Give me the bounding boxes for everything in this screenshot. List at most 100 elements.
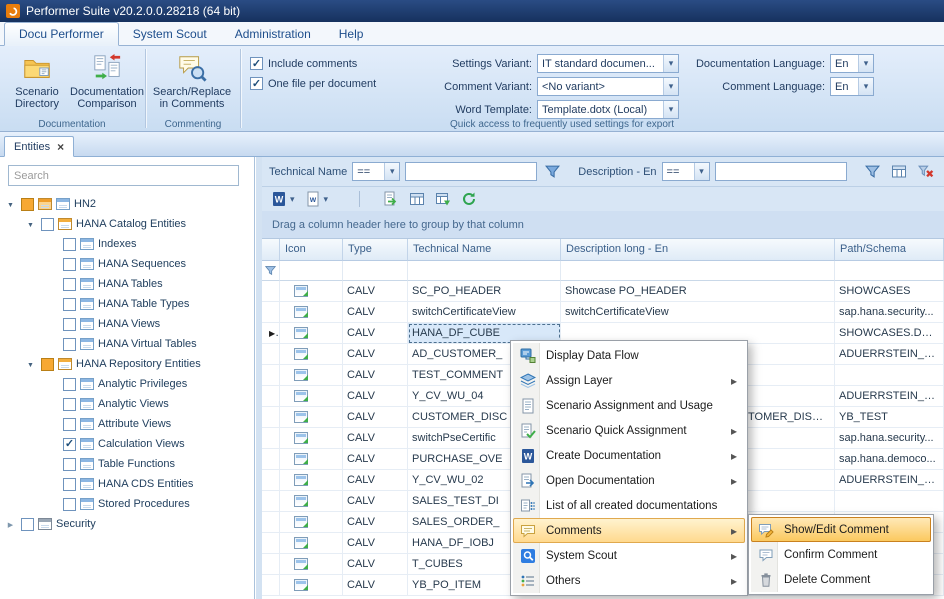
refresh-button[interactable] bbox=[458, 189, 480, 209]
menu-item-open-documentation[interactable]: Open Documentation bbox=[513, 468, 745, 493]
table-row[interactable]: CALV SC_PO_HEADER Showcase PO_HEADER SHO… bbox=[262, 281, 944, 302]
menu-item-create-documentation[interactable]: W Create Documentation bbox=[513, 443, 745, 468]
tab-administration[interactable]: Administration bbox=[221, 23, 325, 45]
filter-cell-description[interactable] bbox=[561, 261, 835, 281]
chevron-down-icon[interactable] bbox=[663, 55, 678, 72]
filter-menu-button[interactable] bbox=[862, 162, 883, 182]
word-template-select[interactable]: Template.dotx (Local) bbox=[537, 100, 679, 119]
checkbox[interactable] bbox=[63, 498, 76, 511]
chevron-down-icon[interactable] bbox=[694, 163, 709, 180]
menu-item-scenario-assignment-usage[interactable]: Scenario Assignment and Usage bbox=[513, 393, 745, 418]
checkbox[interactable] bbox=[63, 478, 76, 491]
checkbox[interactable] bbox=[41, 218, 54, 231]
expander-icon[interactable] bbox=[4, 518, 17, 530]
comment-language-select[interactable]: En bbox=[830, 77, 874, 96]
word-template-button[interactable]: w bbox=[302, 189, 332, 209]
submenu-item-delete-comment[interactable]: Delete Comment bbox=[751, 567, 931, 592]
tree-item-security[interactable]: Security bbox=[0, 514, 254, 534]
column-header-description[interactable]: Description long - En bbox=[561, 239, 835, 261]
tab-help[interactable]: Help bbox=[325, 23, 378, 45]
chevron-down-icon[interactable] bbox=[663, 78, 678, 95]
edit-filter-button[interactable] bbox=[542, 162, 563, 182]
tree-item-hana-virtual-tables[interactable]: HANA Virtual Tables bbox=[0, 334, 254, 354]
table-view-button[interactable] bbox=[406, 189, 428, 209]
column-chooser-button[interactable] bbox=[888, 162, 910, 182]
comment-variant-select[interactable]: <No variant> bbox=[537, 77, 679, 96]
one-file-per-document-checkbox[interactable]: One file per document bbox=[250, 77, 422, 90]
checkbox[interactable] bbox=[63, 438, 76, 451]
menu-item-display-data-flow[interactable]: Display Data Flow bbox=[513, 343, 745, 368]
checkbox[interactable] bbox=[21, 198, 34, 211]
checkbox[interactable] bbox=[63, 338, 76, 351]
documentation-language-select[interactable]: En bbox=[830, 54, 874, 73]
expander-icon[interactable] bbox=[24, 358, 37, 370]
column-header-icon[interactable]: Icon bbox=[280, 239, 343, 261]
column-header-technical-name[interactable]: Technical Name bbox=[408, 239, 561, 261]
filter-cell-icon[interactable] bbox=[280, 261, 343, 281]
clear-filter-button[interactable] bbox=[915, 162, 937, 182]
menu-item-list-documentations[interactable]: List of all created documentations bbox=[513, 493, 745, 518]
chevron-down-icon[interactable] bbox=[858, 78, 873, 95]
tree-item-hana-cds-entities[interactable]: HANA CDS Entities bbox=[0, 474, 254, 494]
checkbox[interactable] bbox=[63, 278, 76, 291]
tree-item-attribute-views[interactable]: Attribute Views bbox=[0, 414, 254, 434]
description-filter-input[interactable] bbox=[715, 162, 847, 181]
settings-variant-select[interactable]: IT standard documen... bbox=[537, 54, 679, 73]
create-documentation-button[interactable]: W bbox=[268, 189, 298, 209]
tab-system-scout[interactable]: System Scout bbox=[119, 23, 221, 45]
checkbox[interactable] bbox=[63, 418, 76, 431]
checkbox[interactable] bbox=[63, 318, 76, 331]
checkbox[interactable] bbox=[63, 238, 76, 251]
menu-item-others[interactable]: Others bbox=[513, 568, 745, 593]
documentation-comparison-button[interactable]: Documentation Comparison bbox=[72, 48, 142, 117]
tree-item-indexes[interactable]: Indexes bbox=[0, 234, 254, 254]
search-replace-comments-button[interactable]: Search/Replace in Comments bbox=[149, 48, 235, 117]
tree-item-hana-tables[interactable]: HANA Tables bbox=[0, 274, 254, 294]
checkbox[interactable] bbox=[63, 258, 76, 271]
table-export-button[interactable] bbox=[432, 189, 454, 209]
column-header-type[interactable]: Type bbox=[343, 239, 408, 261]
checkbox[interactable] bbox=[63, 378, 76, 391]
submenu-item-confirm-comment[interactable]: Confirm Comment bbox=[751, 542, 931, 567]
column-header-path-schema[interactable]: Path/Schema bbox=[835, 239, 944, 261]
technical-name-operator-select[interactable]: == bbox=[352, 162, 400, 181]
chevron-down-icon[interactable] bbox=[384, 163, 399, 180]
tree-item-stored-procedures[interactable]: Stored Procedures bbox=[0, 494, 254, 514]
group-by-bar[interactable]: Drag a column header here to group by th… bbox=[262, 211, 944, 239]
chevron-down-icon[interactable] bbox=[663, 101, 678, 118]
tree-item-hn2[interactable]: HN2 bbox=[0, 194, 254, 214]
menu-item-system-scout[interactable]: System Scout bbox=[513, 543, 745, 568]
expander-icon[interactable] bbox=[24, 218, 37, 230]
tab-entities[interactable]: Entities bbox=[4, 136, 74, 157]
scenario-directory-button[interactable]: Scenario Directory bbox=[2, 48, 72, 117]
filter-cell-path-schema[interactable] bbox=[835, 261, 944, 281]
tree-item-hana-sequences[interactable]: HANA Sequences bbox=[0, 254, 254, 274]
technical-name-filter-input[interactable] bbox=[405, 162, 537, 181]
tab-docu-performer[interactable]: Docu Performer bbox=[4, 22, 119, 46]
tree-item-calculation-views[interactable]: Calculation Views bbox=[0, 434, 254, 454]
checkbox[interactable] bbox=[21, 518, 34, 531]
tree-item-hana-repository-entities[interactable]: HANA Repository Entities bbox=[0, 354, 254, 374]
filter-cell-technical-name[interactable] bbox=[408, 261, 561, 281]
tree-item-hana-table-types[interactable]: HANA Table Types bbox=[0, 294, 254, 314]
tree-item-hana-views[interactable]: HANA Views bbox=[0, 314, 254, 334]
chevron-down-icon[interactable] bbox=[858, 55, 873, 72]
menu-item-comments[interactable]: Comments bbox=[513, 518, 745, 543]
checkbox[interactable] bbox=[41, 358, 54, 371]
tree-item-analytic-views[interactable]: Analytic Views bbox=[0, 394, 254, 414]
tree-item-table-functions[interactable]: Table Functions bbox=[0, 454, 254, 474]
description-operator-select[interactable]: == bbox=[662, 162, 710, 181]
tree-item-analytic-privileges[interactable]: Analytic Privileges bbox=[0, 374, 254, 394]
checkbox[interactable] bbox=[63, 398, 76, 411]
checkbox[interactable] bbox=[63, 458, 76, 471]
include-comments-checkbox[interactable]: Include comments bbox=[250, 57, 422, 70]
menu-item-scenario-quick-assignment[interactable]: Scenario Quick Assignment bbox=[513, 418, 745, 443]
table-row[interactable]: CALV switchCertificateView switchCertifi… bbox=[262, 302, 944, 323]
expander-icon[interactable] bbox=[4, 198, 17, 210]
filter-cell-type[interactable] bbox=[343, 261, 408, 281]
export-documentation-button[interactable] bbox=[380, 189, 402, 209]
checkbox[interactable] bbox=[63, 298, 76, 311]
search-input[interactable] bbox=[8, 165, 239, 186]
menu-item-assign-layer[interactable]: Assign Layer bbox=[513, 368, 745, 393]
submenu-item-show-edit-comment[interactable]: Show/Edit Comment bbox=[751, 517, 931, 542]
